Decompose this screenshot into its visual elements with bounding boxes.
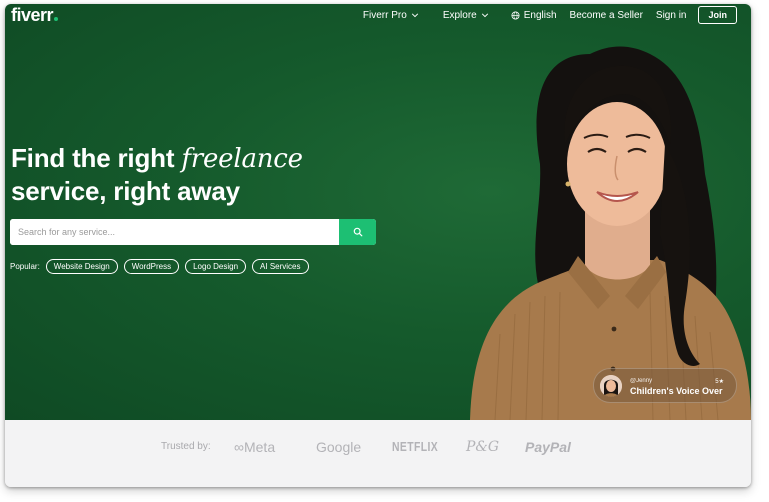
- chevron-down-icon: [481, 13, 488, 18]
- top-nav: Fiverr Pro Explore English Become a Sell…: [350, 4, 737, 26]
- profile-service-title: Children's Voice Over: [630, 385, 723, 396]
- headline-prefix: Find the right: [11, 143, 175, 173]
- nav-language-label: English: [523, 9, 557, 21]
- hero-section: fiverr Fiverr Pro Explore English Become…: [5, 4, 751, 420]
- fiverr-logo[interactable]: fiverr: [11, 5, 59, 26]
- trusted-by-label: Trusted by:: [161, 441, 211, 452]
- nav-explore-label: Explore: [442, 9, 477, 21]
- meta-infinity-icon: ∞: [234, 439, 244, 455]
- search-bar: [10, 219, 376, 245]
- logo-dot-icon: [54, 17, 59, 21]
- browser-viewport: fiverr Fiverr Pro Explore English Become…: [5, 4, 751, 487]
- hero-portrait-image: [470, 46, 751, 420]
- search-icon: [353, 227, 362, 237]
- seller-profile-card[interactable]: @Jenny Children's Voice Over 5★: [593, 368, 737, 403]
- headline-emphasis: freelance: [181, 144, 303, 174]
- pg-logo: P&G: [466, 439, 500, 455]
- nav-become-seller-label: Become a Seller: [569, 9, 643, 21]
- popular-label: Popular:: [10, 262, 40, 271]
- netflix-logo: NETFLIX: [392, 439, 439, 454]
- logo-text: fiverr: [11, 5, 54, 25]
- paypal-logo: PayPal: [525, 439, 571, 455]
- popular-chip-website-design[interactable]: Website Design: [45, 259, 118, 274]
- meta-logo: ∞Meta: [234, 439, 275, 455]
- nav-fiverr-pro-label: Fiverr Pro: [362, 9, 407, 21]
- nav-become-seller[interactable]: Become a Seller: [570, 10, 643, 21]
- globe-icon: [511, 10, 520, 20]
- join-button[interactable]: Join: [698, 6, 737, 24]
- trusted-by-bar: Trusted by: ∞Meta Google NETFLIX P&G Pay…: [5, 420, 751, 487]
- meta-logo-text: Meta: [243, 439, 276, 455]
- nav-language[interactable]: English: [511, 10, 557, 21]
- popular-chip-logo-design[interactable]: Logo Design: [185, 259, 247, 274]
- avatar: [600, 374, 622, 397]
- nav-explore[interactable]: Explore: [443, 10, 489, 21]
- popular-chip-ai-services[interactable]: AI Services: [252, 259, 309, 274]
- nav-sign-in-label: Sign in: [655, 9, 687, 21]
- profile-rating: 5★: [715, 379, 724, 385]
- search-button[interactable]: [339, 219, 376, 245]
- nav-sign-in[interactable]: Sign in: [656, 10, 687, 21]
- popular-searches: Popular: Website Design WordPress Logo D…: [10, 259, 315, 274]
- headline-line-1: Find the right freelance: [11, 142, 303, 175]
- popular-chip-wordpress[interactable]: WordPress: [123, 259, 180, 274]
- google-logo: Google: [316, 439, 362, 455]
- chevron-down-icon: [411, 13, 418, 18]
- headline-line-2: service, right away: [11, 176, 240, 206]
- hero-headline: Find the right freelance service, right …: [11, 142, 303, 207]
- search-input[interactable]: [10, 219, 339, 245]
- nav-fiverr-pro[interactable]: Fiverr Pro: [363, 10, 419, 21]
